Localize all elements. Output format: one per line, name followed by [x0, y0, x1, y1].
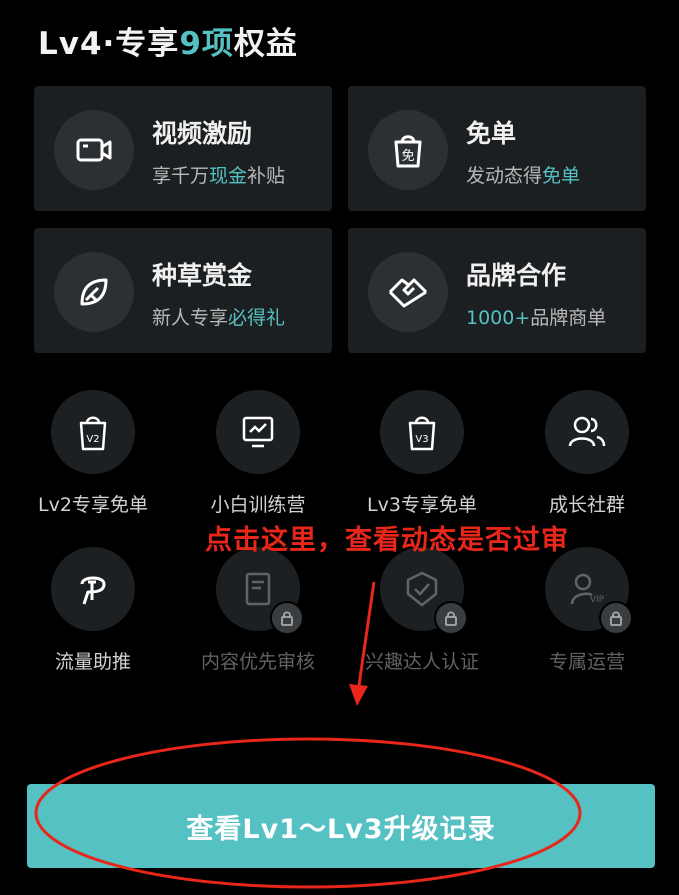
benefit-item-traffic-boost[interactable]: 流量助推 [18, 547, 168, 687]
benefit-card-brand-cooperation[interactable]: 品牌合作 1000+品牌商单 [348, 228, 646, 353]
benefit-item-exclusive-operator[interactable]: VIP 专属运营 [512, 547, 662, 687]
title-suffix: 权益 [233, 26, 298, 62]
svg-text:V2: V2 [86, 434, 99, 445]
benefit-item-lv3-free-order[interactable]: V3 Lv3专享免单 [347, 390, 497, 530]
item-label: Lv2专享免单 [38, 494, 148, 516]
page-title: Lv4·专享9项权益 [38, 18, 298, 63]
item-label: Lv3专享免单 [367, 494, 477, 516]
svg-text:免: 免 [401, 149, 414, 164]
video-camera-icon [54, 110, 134, 190]
priority-review-icon [216, 547, 304, 635]
card-name: 视频激励 [152, 119, 253, 148]
lock-icon [270, 601, 304, 635]
item-label: 内容优先审核 [200, 651, 315, 673]
card-name: 种草赏金 [152, 261, 253, 290]
handshake-icon [368, 252, 448, 332]
annotation-text: 点击这里，查看动态是否过审 [205, 525, 569, 556]
benefit-card-seeding-bounty[interactable]: 种草赏金 新人专享必得礼 [34, 228, 332, 353]
leaf-icon [54, 252, 134, 332]
title-count: 9项 [179, 26, 234, 62]
view-upgrade-record-button[interactable]: 查看Lv1～Lv3升级记录 [27, 784, 655, 868]
benefit-item-lv2-free-order[interactable]: V2 Lv2专享免单 [18, 390, 168, 530]
card-name: 免单 [466, 119, 517, 148]
benefit-card-video-incentive[interactable]: 视频激励 享千万现金补贴 [34, 86, 332, 211]
svg-text:V3: V3 [415, 434, 428, 445]
card-desc: 享千万现金补贴 [152, 165, 286, 187]
traffic-boost-icon [51, 547, 135, 631]
shopping-bag-free-icon: 免 [368, 110, 448, 190]
benefit-card-free-order[interactable]: 免 免单 发动态得免单 [348, 86, 646, 211]
benefit-item-priority-review[interactable]: 内容优先审核 [183, 547, 333, 687]
lv3-bag-icon: V3 [380, 390, 464, 474]
benefit-item-interest-expert[interactable]: 兴趣达人认证 [347, 547, 497, 687]
vip-operator-icon: VIP [545, 547, 633, 635]
item-label: 专属运营 [548, 651, 625, 673]
card-desc: 发动态得免单 [466, 165, 581, 187]
title-prefix: Lv4·专享 [38, 26, 180, 62]
lock-icon [434, 601, 468, 635]
community-users-icon [545, 390, 629, 474]
lv2-bag-icon: V2 [51, 390, 135, 474]
benefit-item-community[interactable]: 成长社群 [512, 390, 662, 530]
card-desc: 新人专享必得礼 [152, 307, 286, 329]
card-desc: 1000+品牌商单 [466, 307, 607, 329]
benefit-item-training-camp[interactable]: 小白训练营 [183, 390, 333, 530]
item-label: 流量助推 [54, 651, 131, 673]
verified-shield-icon [380, 547, 468, 635]
svg-text:VIP: VIP [590, 595, 605, 605]
item-label: 成长社群 [548, 494, 625, 516]
item-label: 兴趣达人认证 [364, 651, 479, 673]
item-label: 小白训练营 [210, 494, 306, 516]
lock-icon [599, 601, 633, 635]
card-name: 品牌合作 [466, 261, 567, 290]
training-monitor-icon [216, 390, 300, 474]
